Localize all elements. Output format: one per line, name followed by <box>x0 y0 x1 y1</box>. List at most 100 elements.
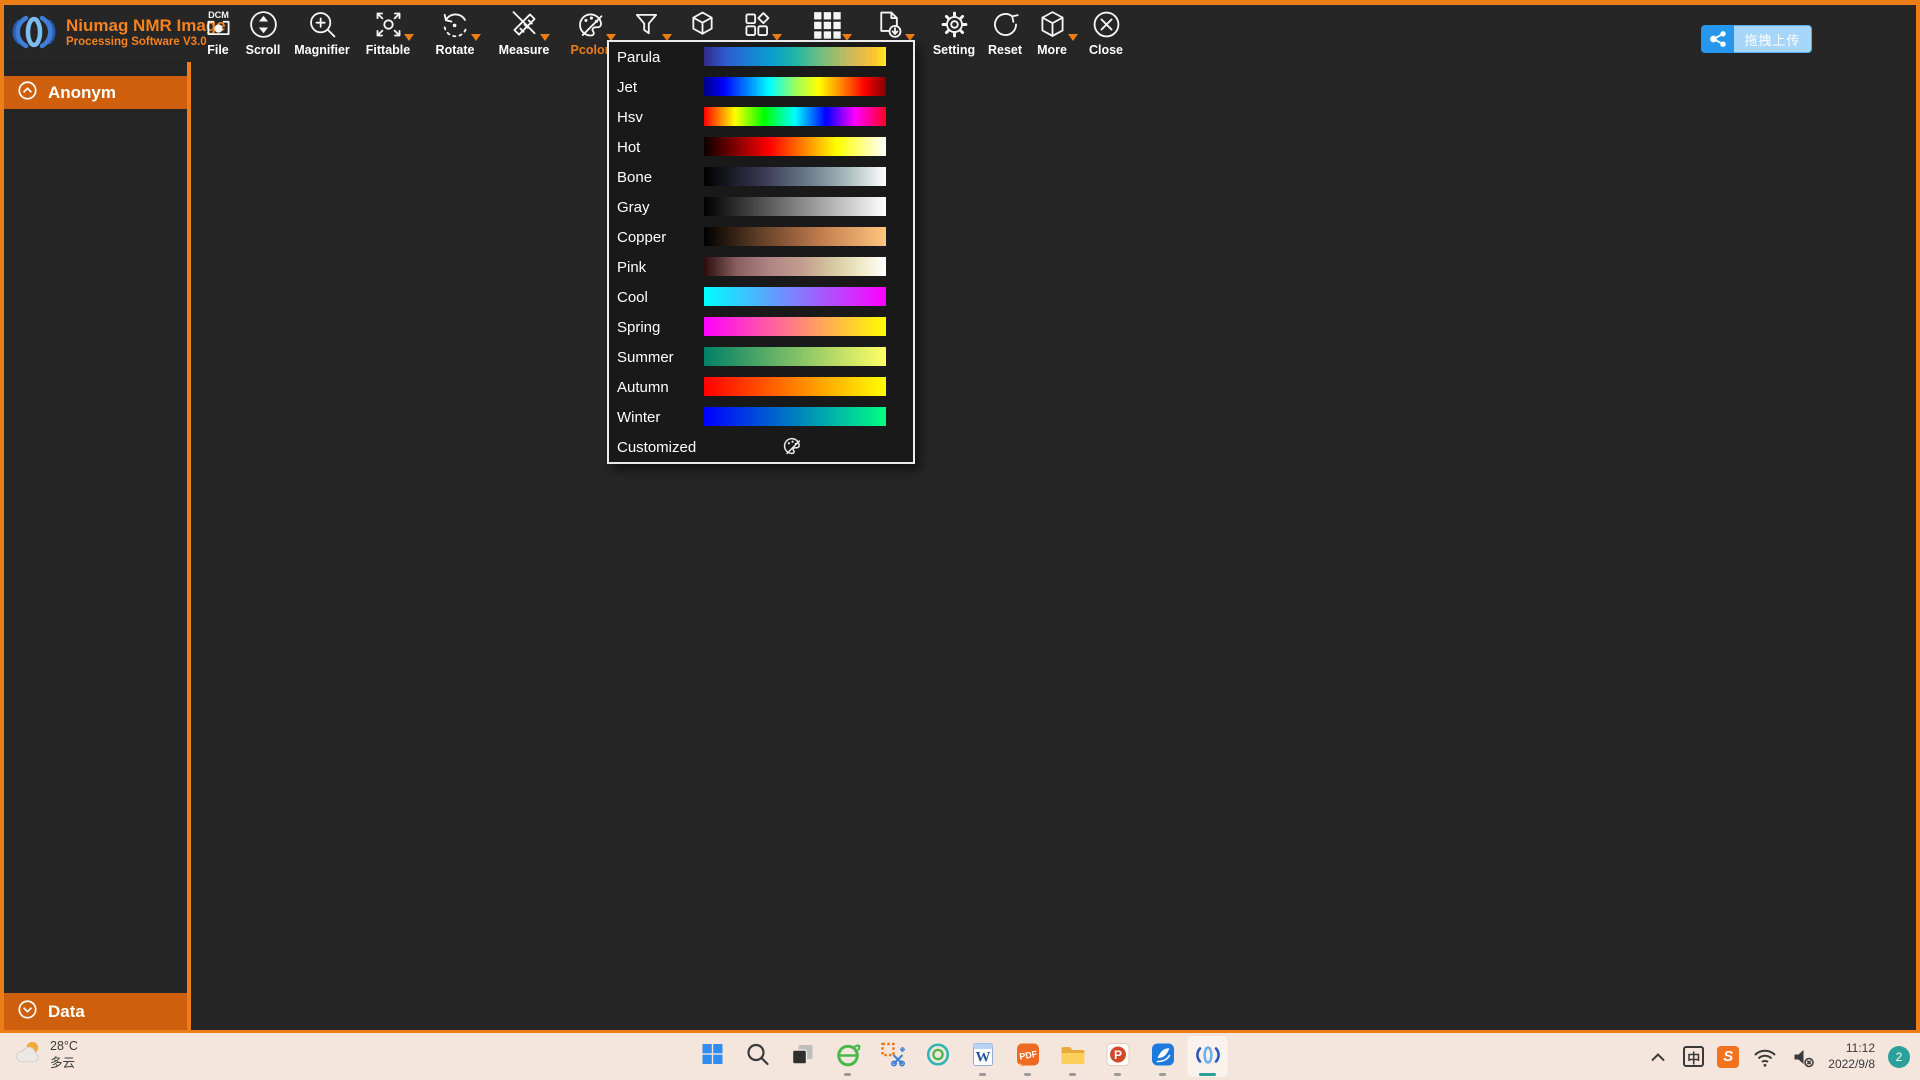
taskbar-app-task-view[interactable] <box>783 1036 823 1077</box>
toolbar-button-close[interactable]: Close <box>1058 8 1154 57</box>
colormap-gradient-swatch <box>704 197 886 216</box>
colormap-option-hsv[interactable]: Hsv <box>609 102 913 132</box>
colormap-gradient-swatch <box>704 287 886 306</box>
blue-app-icon <box>1149 1041 1176 1073</box>
netdisk-icon <box>1701 25 1734 53</box>
weather-widget[interactable]: 28°C 多云 <box>12 1037 78 1072</box>
colormap-gradient-swatch <box>704 407 886 426</box>
colormap-option-winter[interactable]: Winter <box>609 402 913 432</box>
taskbar-app-word[interactable]: W <box>963 1036 1003 1077</box>
colormap-option-jet[interactable]: Jet <box>609 72 913 102</box>
colormap-option-label: Autumn <box>617 379 669 396</box>
running-indicator <box>1024 1073 1031 1076</box>
colormap-option-label: Hsv <box>617 109 643 126</box>
colormap-option-label: Winter <box>617 409 660 426</box>
search-icon <box>745 1041 771 1072</box>
image-canvas <box>191 62 1916 1030</box>
taskbar-app-ie-browser[interactable] <box>828 1036 868 1077</box>
colormap-option-copper[interactable]: Copper <box>609 222 913 252</box>
weather-temperature: 28°C <box>50 1038 78 1055</box>
taskbar-app-circle-app[interactable] <box>918 1036 958 1077</box>
word-icon: W <box>969 1041 996 1073</box>
colormap-gradient-swatch <box>704 77 886 96</box>
taskbar-apps: W PDF P <box>693 1036 1228 1077</box>
colormap-option-gray[interactable]: Gray <box>609 192 913 222</box>
task-view-icon <box>790 1041 816 1072</box>
colormap-gradient-swatch <box>704 137 886 156</box>
taskbar-app-search[interactable] <box>738 1036 778 1077</box>
running-indicator <box>844 1073 851 1076</box>
colormap-option-autumn[interactable]: Autumn <box>609 372 913 402</box>
pdf-icon: PDF <box>1014 1041 1041 1073</box>
content-area: Anonym Data <box>4 62 1916 1030</box>
notification-badge[interactable]: 2 <box>1888 1046 1910 1068</box>
running-indicator <box>1069 1073 1076 1076</box>
colormap-option-label: Parula <box>617 49 660 66</box>
colormap-option-label: Pink <box>617 259 646 276</box>
taskbar-app-niumag[interactable] <box>1188 1036 1228 1077</box>
colormap-option-label: Spring <box>617 319 660 336</box>
colormap-option-spring[interactable]: Spring <box>609 312 913 342</box>
taskbar-app-snipping-tool[interactable] <box>873 1036 913 1077</box>
cloud-upload-button[interactable]: 拖拽上传 <box>1701 25 1812 53</box>
sidebar: Anonym Data <box>4 62 187 1030</box>
snipping-tool-icon <box>879 1041 906 1073</box>
start-icon <box>700 1041 726 1072</box>
customized-palette-icon <box>781 435 803 461</box>
colormap-gradient-swatch <box>704 227 886 246</box>
colormap-gradient-swatch <box>704 347 886 366</box>
colormap-option-bone[interactable]: Bone <box>609 162 913 192</box>
hidden-icons-chevron-icon[interactable] <box>1646 1046 1670 1068</box>
taskbar-app-start[interactable] <box>693 1036 733 1077</box>
svg-text:P: P <box>1113 1048 1121 1062</box>
colormap-option-label: Gray <box>617 199 650 216</box>
colormap-option-pink[interactable]: Pink <box>609 252 913 282</box>
colormap-option-parula[interactable]: Parula <box>609 42 913 72</box>
tray-date: 2022/9/8 <box>1828 1057 1875 1073</box>
colormap-option-summer[interactable]: Summer <box>609 342 913 372</box>
taskbar-app-pdf[interactable]: PDF <box>1008 1036 1048 1077</box>
weather-text: 28°C 多云 <box>50 1038 78 1072</box>
clock-widget[interactable]: 11:12 2022/9/8 <box>1828 1041 1875 1072</box>
running-indicator <box>979 1073 986 1076</box>
niumag-logo-icon <box>10 9 58 55</box>
toolbar-button-label: Close <box>1058 43 1154 57</box>
colormap-gradient-swatch <box>704 47 886 66</box>
taskbar: 28°C 多云 WPDFP 中 S 11:12 2022 <box>0 1033 1920 1080</box>
weather-icon <box>12 1037 43 1072</box>
ie-browser-icon <box>834 1041 861 1073</box>
sidebar-section-anonym[interactable]: Anonym <box>4 76 187 109</box>
colormap-option-hot[interactable]: Hot <box>609 132 913 162</box>
running-indicator <box>1159 1073 1166 1076</box>
ime-indicator[interactable]: 中 <box>1683 1046 1704 1067</box>
running-indicator <box>1114 1073 1121 1076</box>
taskbar-app-file-explorer[interactable] <box>1053 1036 1093 1077</box>
close-icon <box>1058 8 1154 42</box>
colormap-option-label: Summer <box>617 349 674 366</box>
sidebar-section-data[interactable]: Data <box>4 993 187 1030</box>
colormap-option-label: Bone <box>617 169 652 186</box>
running-indicator <box>1199 1073 1216 1076</box>
taskbar-app-powerpoint[interactable]: P <box>1098 1036 1138 1077</box>
colormap-option-cool[interactable]: Cool <box>609 282 913 312</box>
taskbar-app-blue-app[interactable] <box>1143 1036 1183 1077</box>
colormap-gradient-swatch <box>704 167 886 186</box>
svg-text:W: W <box>975 1049 990 1065</box>
colormap-option-label: Jet <box>617 79 637 96</box>
app-window: Niumag NMR Image Processing Software V3.… <box>0 0 1920 1033</box>
colormap-option-customized[interactable]: Customized <box>609 432 913 462</box>
file-explorer-icon <box>1059 1041 1087 1073</box>
colormap-option-label: Customized <box>617 439 696 456</box>
colormap-gradient-swatch <box>704 257 886 276</box>
wifi-icon[interactable] <box>1752 1045 1778 1069</box>
colormap-option-label: Cool <box>617 289 648 306</box>
circle-app-icon <box>924 1041 951 1073</box>
colormap-gradient-swatch <box>704 107 886 126</box>
volume-muted-icon[interactable] <box>1791 1045 1815 1069</box>
chevron-up-circle-icon <box>17 80 38 106</box>
system-tray: 中 S 11:12 2022/9/8 2 <box>1646 1033 1910 1080</box>
colormap-gradient-swatch <box>704 317 886 336</box>
sogou-input-icon[interactable]: S <box>1717 1046 1739 1068</box>
chevron-down-circle-icon <box>17 999 38 1025</box>
sidebar-anonym-label: Anonym <box>48 83 116 103</box>
